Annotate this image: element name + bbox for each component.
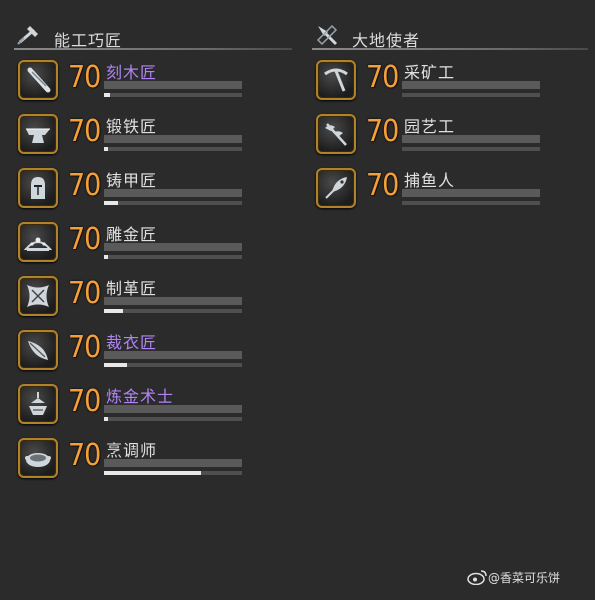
job-level: 70: [366, 168, 399, 203]
crafting-header: 能工巧匠: [14, 22, 292, 50]
job-name: 烹调师: [106, 441, 158, 460]
exp-bar: [104, 471, 242, 475]
exp-bar-fill: [104, 255, 109, 259]
job-name: 雕金匠: [106, 225, 158, 244]
alembic-icon: [29, 392, 47, 415]
job-icon-frame: [18, 276, 58, 316]
gathering-tool-icon: [316, 24, 338, 46]
carpenter-saw-icon: [27, 67, 51, 93]
job-level: 70: [68, 222, 101, 257]
exp-bar-fill: [104, 363, 128, 367]
exp-bar-fill: [104, 309, 124, 313]
job-name: 刻木匠: [106, 63, 158, 82]
exp-bar: [402, 93, 540, 97]
gathering-section: 大地使者 70 采矿工 70 园艺工 70 捕鱼人: [312, 22, 588, 208]
divider: [14, 48, 292, 50]
job-row[interactable]: 70 捕鱼人: [316, 166, 586, 220]
exp-bar: [104, 363, 242, 367]
exp-bar: [402, 201, 540, 205]
job-bar: [104, 243, 242, 251]
job-icon-frame: [18, 384, 58, 424]
job-level: 70: [68, 438, 101, 473]
pot-icon: [25, 453, 51, 467]
job-level: 70: [68, 60, 101, 95]
needle-icon: [28, 341, 48, 360]
job-bar: [402, 135, 540, 143]
job-icon-frame: [18, 60, 58, 100]
job-row[interactable]: 70 采矿工: [316, 58, 586, 112]
job-row[interactable]: 70 炼金术士: [18, 382, 288, 436]
job-level: 70: [366, 114, 399, 149]
job-row[interactable]: 70 刻木匠: [18, 58, 288, 112]
job-level: 70: [366, 60, 399, 95]
hammer-icon: [17, 26, 38, 45]
exp-bar: [104, 255, 242, 259]
job-bar: [104, 297, 242, 305]
job-bar: [104, 135, 242, 143]
leather-icon: [27, 285, 49, 307]
job-icon-frame: [316, 114, 356, 154]
exp-bar: [104, 147, 242, 151]
job-bar: [104, 405, 242, 413]
exp-bar-fill: [104, 93, 110, 97]
job-bar: [104, 459, 242, 467]
crafting-job-list: 70 刻木匠 70 锻铁匠 70 铸甲匠 70 雕金匠 70 制革匠 70 裁衣匠 70 炼金术士 70 烹调…: [18, 58, 288, 490]
job-name: 采矿工: [404, 63, 456, 82]
exp-bar-fill: [104, 471, 201, 475]
job-row[interactable]: 70 园艺工: [316, 112, 586, 166]
exp-bar: [104, 417, 242, 421]
job-bar: [402, 81, 540, 89]
job-row[interactable]: 70 铸甲匠: [18, 166, 288, 220]
exp-bar-fill: [104, 201, 118, 205]
job-bar: [104, 351, 242, 359]
crafting-section: 能工巧匠 70 刻木匠 70 锻铁匠 70 铸甲匠 70 雕金匠 70 制革匠 70 裁衣匠 70 炼金术…: [14, 22, 292, 478]
pickaxe-icon: [324, 68, 348, 92]
job-bar: [104, 189, 242, 197]
tiara-icon: [23, 237, 53, 251]
job-name: 锻铁匠: [106, 117, 158, 136]
job-name: 铸甲匠: [106, 171, 158, 190]
exp-bar-fill: [104, 147, 109, 151]
job-icon-frame: [18, 438, 58, 478]
exp-bar: [104, 201, 242, 205]
job-icon-frame: [18, 222, 58, 262]
gathering-job-list: 70 采矿工 70 园艺工 70 捕鱼人: [316, 58, 586, 220]
job-name: 园艺工: [404, 117, 456, 136]
job-row[interactable]: 70 雕金匠: [18, 220, 288, 274]
job-bar: [104, 81, 242, 89]
job-row[interactable]: 70 制革匠: [18, 274, 288, 328]
weibo-icon: [467, 570, 487, 585]
job-row[interactable]: 70 烹调师: [18, 436, 288, 490]
exp-bar-fill: [104, 417, 109, 421]
job-name: 制革匠: [106, 279, 158, 298]
job-name: 捕鱼人: [404, 171, 456, 190]
job-row[interactable]: 70 裁衣匠: [18, 328, 288, 382]
job-icon-frame: [18, 330, 58, 370]
exp-bar: [104, 93, 242, 97]
exp-bar: [402, 147, 540, 151]
job-level: 70: [68, 276, 101, 311]
job-level: 70: [68, 168, 101, 203]
hatchet-icon: [325, 123, 347, 146]
job-level: 70: [68, 330, 101, 365]
divider: [312, 48, 588, 50]
watermark-text: @香菜可乐饼: [488, 571, 561, 585]
job-icon-frame: [18, 114, 58, 154]
gathering-header: 大地使者: [312, 22, 588, 50]
helmet-icon: [31, 177, 45, 199]
job-row[interactable]: 70 锻铁匠: [18, 112, 288, 166]
job-level: 70: [68, 114, 101, 149]
fishing-lure-icon: [325, 177, 347, 199]
exp-bar: [104, 309, 242, 313]
job-bar: [402, 189, 540, 197]
job-name: 裁衣匠: [106, 333, 158, 352]
job-icon-frame: [316, 60, 356, 100]
job-icon-frame: [316, 168, 356, 208]
anvil-icon: [26, 128, 50, 143]
job-level: 70: [68, 384, 101, 419]
job-name: 炼金术士: [106, 387, 175, 406]
job-icon-frame: [18, 168, 58, 208]
